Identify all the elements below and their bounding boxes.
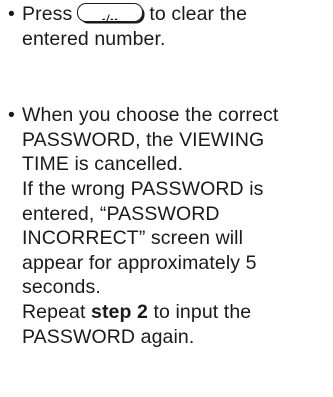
clear-line-2: entered number.	[22, 27, 166, 50]
password-line: TIME is cancelled.	[22, 153, 184, 176]
instruction-item-password: • When you choose the correct PASSWORD, …	[8, 103, 330, 349]
repeat-rest-text: to input the	[153, 300, 252, 323]
password-line: If the wrong PASSWORD is	[22, 177, 264, 200]
clear-text: to clear the	[149, 3, 248, 25]
bullet-marker: •	[8, 104, 15, 127]
password-again-line: PASSWORD again.	[22, 325, 195, 348]
instruction-document: • Press -/-- to clear the entered number. …	[8, 2, 330, 349]
step-reference: step 2	[91, 300, 148, 323]
repeat-text: Repeat	[22, 300, 86, 323]
dash-key-button-icon: -/--	[77, 3, 144, 25]
clear-line-1: Press -/-- to clear the	[22, 2, 330, 27]
repeat-line: Repeat step 2 to input the	[22, 300, 330, 325]
password-line: When you choose the correct	[22, 104, 279, 127]
password-line: seconds.	[22, 276, 101, 299]
instruction-item-clear: • Press -/-- to clear the entered number.	[8, 2, 330, 51]
password-line: entered, “PASSWORD	[22, 202, 220, 225]
dash-key-label: -/--	[101, 14, 119, 25]
bullet-marker: •	[8, 3, 15, 25]
press-text: Press	[22, 3, 73, 25]
password-line: appear for approximately 5	[22, 251, 257, 274]
password-line: INCORRECT” screen will	[22, 227, 244, 250]
password-line: PASSWORD, the VIEWING	[22, 128, 265, 151]
